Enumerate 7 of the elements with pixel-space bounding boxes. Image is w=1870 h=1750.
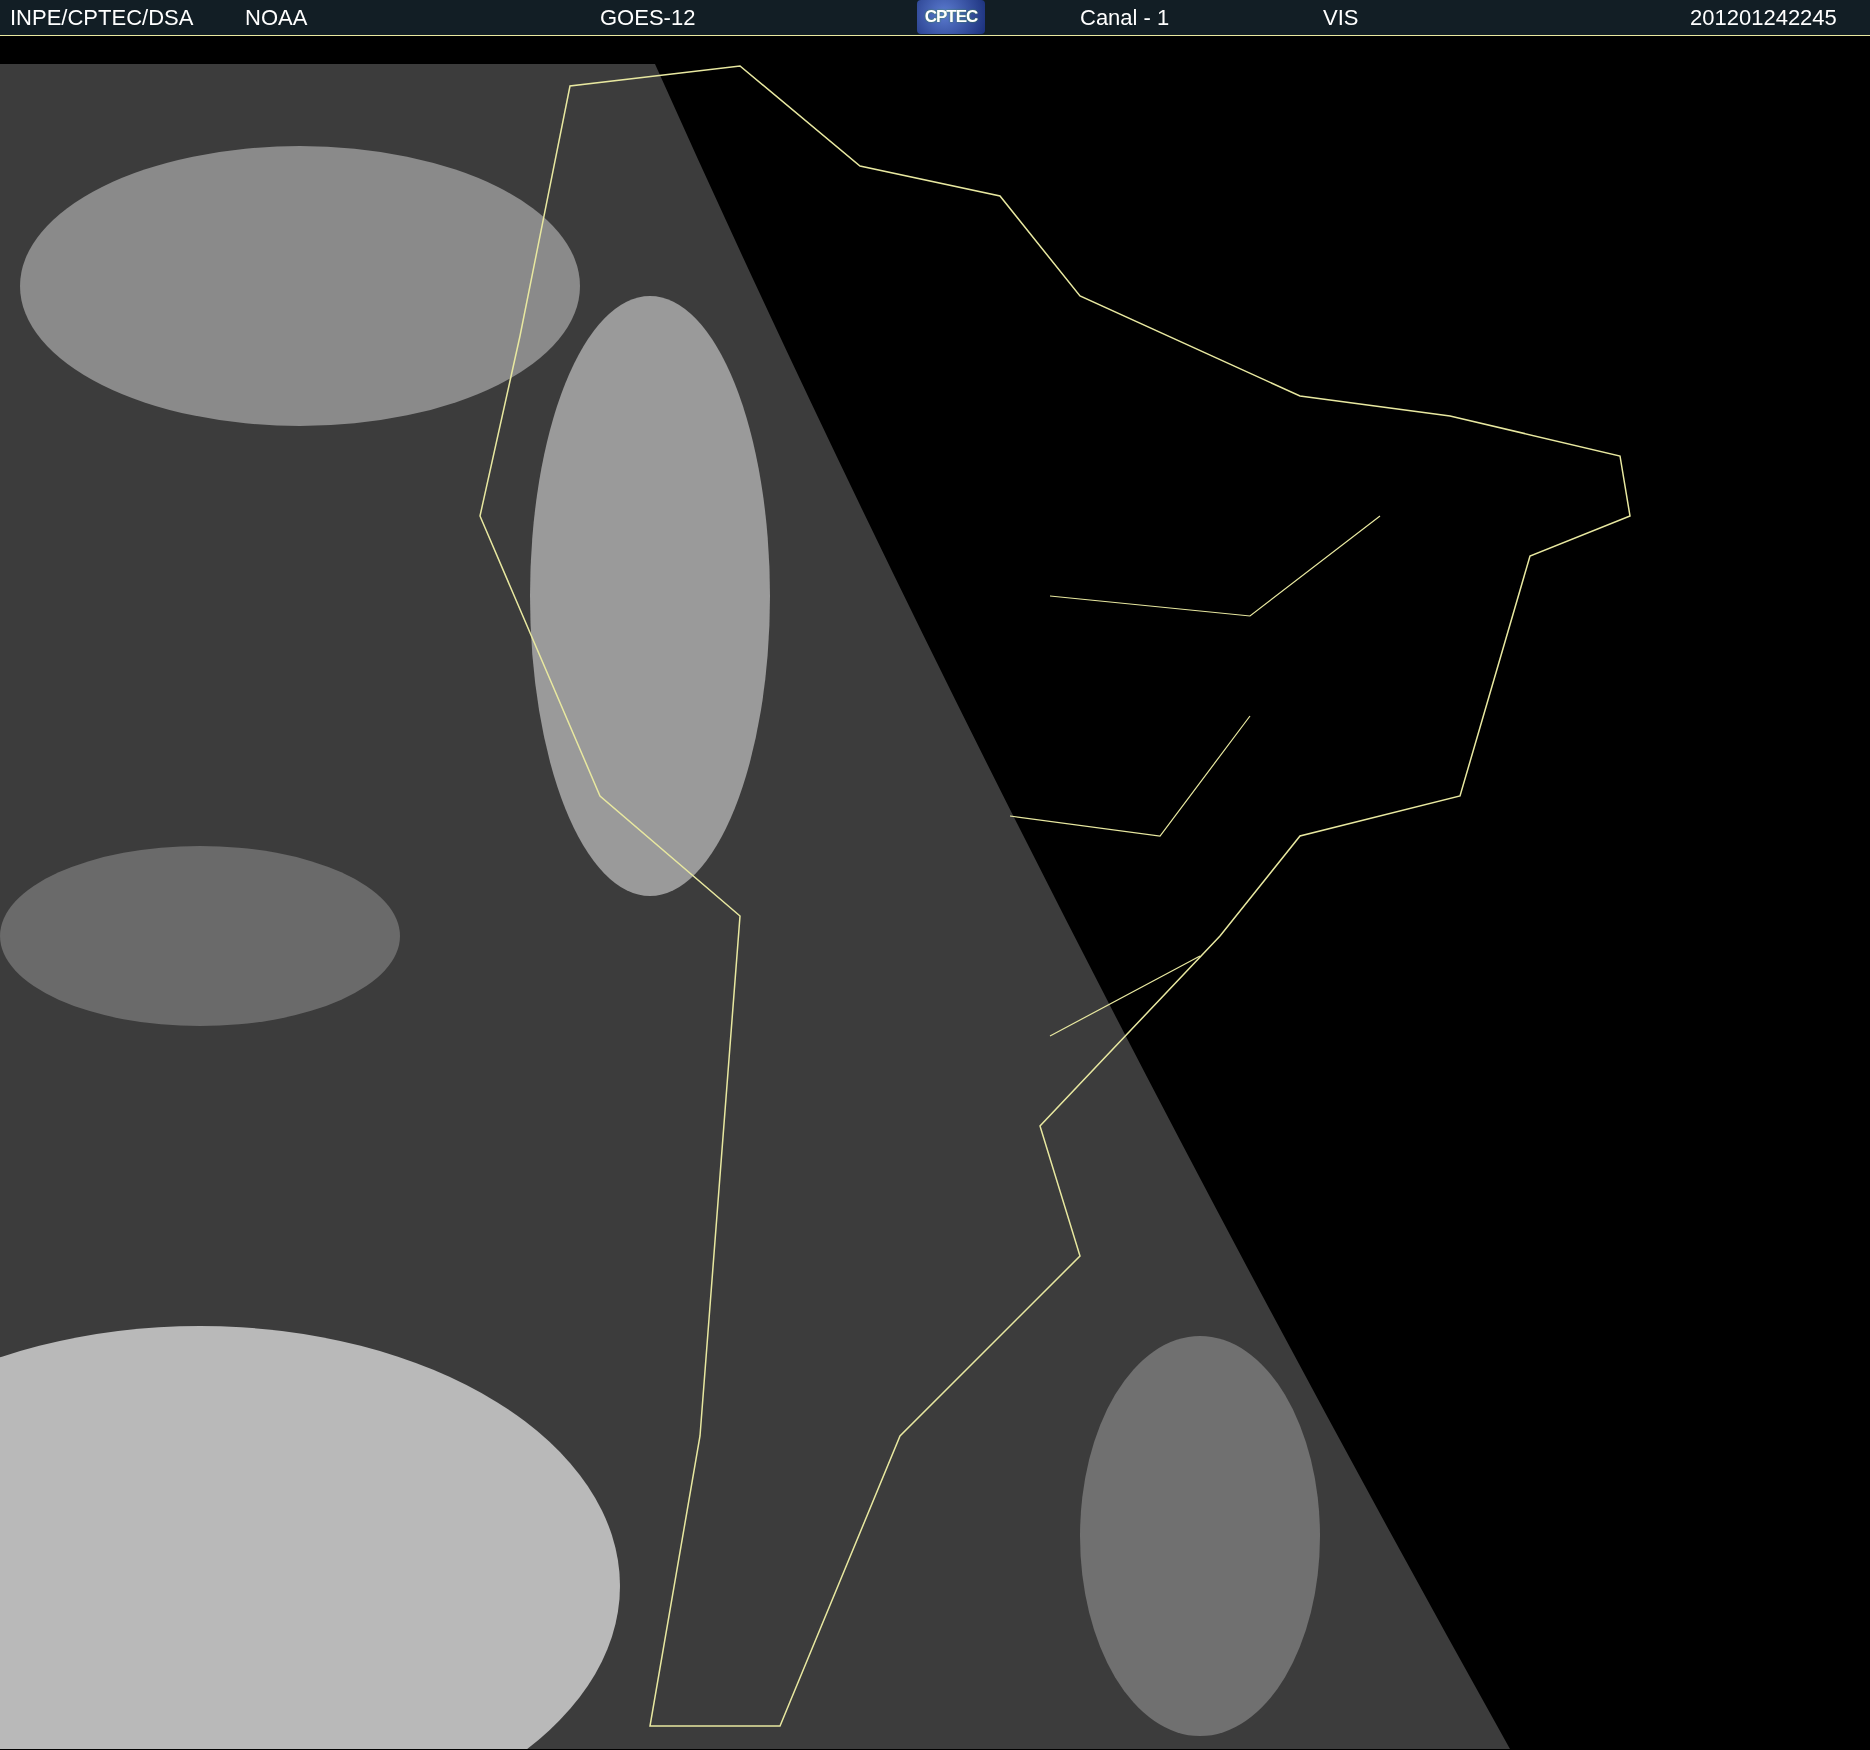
timestamp: 201201242245 xyxy=(1690,5,1837,31)
header-label: INPE/CPTEC/DSA xyxy=(10,5,194,31)
header-label: NOAA xyxy=(245,5,308,31)
header-label: VIS xyxy=(1323,5,1359,31)
header-label: GOES-12 xyxy=(600,5,696,31)
logo: CPTEC xyxy=(917,0,985,34)
header-label: Canal - 1 xyxy=(1080,5,1170,31)
